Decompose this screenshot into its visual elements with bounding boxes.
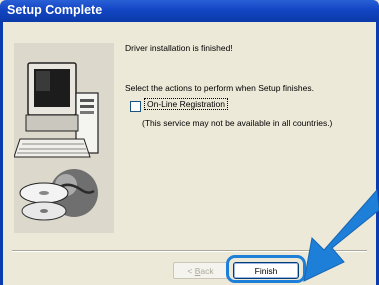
window-title: Setup Complete — [7, 3, 103, 17]
online-registration-label[interactable]: On-Line Registration — [144, 98, 228, 110]
back-button[interactable]: < Back — [173, 262, 228, 279]
actions-prompt: Select the actions to perform when Setup… — [125, 83, 314, 93]
availability-note: (This service may not be available in al… — [142, 118, 333, 128]
pointer-arrow-icon — [303, 188, 379, 282]
online-registration-checkbox[interactable] — [130, 101, 141, 112]
computer-with-cd-and-globe-icon — [14, 43, 114, 233]
finish-button[interactable]: Finish — [233, 262, 299, 279]
title-bar[interactable]: Setup Complete — [0, 0, 379, 22]
completion-message: Driver installation is finished! — [125, 43, 233, 53]
